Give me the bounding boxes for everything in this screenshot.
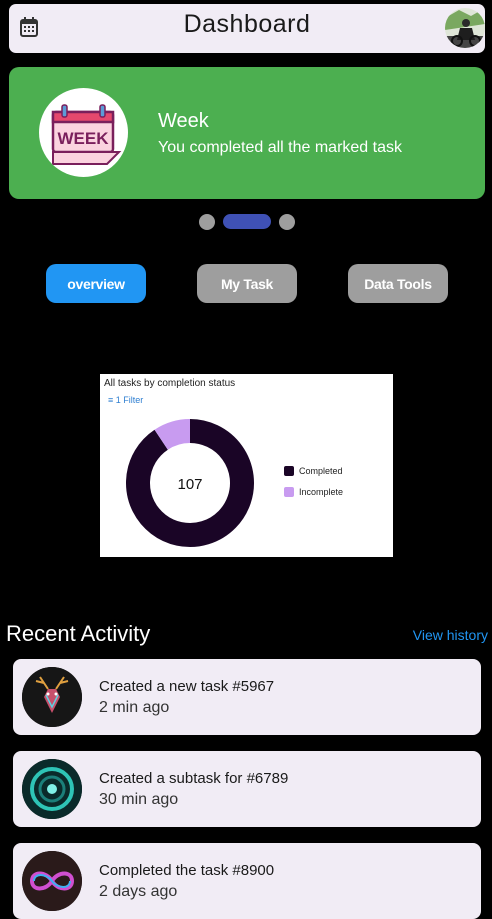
filter-icon: ≡ [108, 395, 114, 405]
legend-label-incomplete: Incomplete [299, 487, 344, 497]
activity-time: 2 min ago [99, 699, 170, 716]
banner-title: Week [158, 110, 209, 132]
badge-text: WEEK [58, 129, 110, 148]
view-history-link[interactable]: View history [413, 627, 488, 643]
activity-title: Completed the task #8900 [99, 862, 275, 879]
activity-item[interactable]: Created a subtask for #6789 30 min ago [13, 751, 481, 827]
carousel-dot-2-active[interactable] [223, 214, 271, 229]
chart-title: All tasks by completion status [104, 378, 236, 389]
donut-chart: 107 [126, 419, 254, 547]
weekly-summary-banner[interactable]: WEEK Week You completed all the marked t… [9, 67, 485, 199]
neon-ring-avatar [22, 759, 82, 819]
activity-time: 2 days ago [99, 883, 178, 900]
activity-item[interactable]: Created a new task #5967 2 min ago [13, 659, 481, 735]
donut-slice-incomplete [154, 419, 191, 450]
deer-avatar [22, 667, 82, 727]
filter-label: 1 Filter [115, 395, 144, 405]
donut-center-value: 107 [177, 476, 202, 493]
activity-title: Created a subtask for #6789 [99, 770, 289, 787]
carousel-dot-1[interactable] [199, 214, 215, 230]
legend-swatch-incomplete [284, 487, 294, 497]
tab-my-task[interactable]: My Task [197, 264, 297, 303]
banner-subtitle: You completed all the marked task [158, 139, 402, 156]
recent-activity-heading: Recent Activity [6, 621, 151, 646]
carousel-dot-3[interactable] [279, 214, 295, 230]
activity-item[interactable]: Completed the task #8900 2 days ago [13, 843, 481, 919]
tab-overview[interactable]: overview [46, 264, 146, 303]
tab-data-tools[interactable]: Data Tools [348, 264, 448, 303]
chart-filter-link[interactable]: ≡ 1 Filter [108, 395, 143, 405]
legend-item-incomplete: Incomplete [284, 487, 343, 497]
profile-avatar[interactable] [445, 8, 485, 48]
week-calendar-icon: WEEK [39, 88, 128, 177]
page-title: Dashboard [183, 10, 311, 38]
legend-label-completed: Completed [299, 466, 343, 476]
activity-time: 30 min ago [99, 791, 179, 808]
app-header: Dashboard [9, 4, 485, 53]
infinity-avatar [22, 851, 82, 911]
activity-title: Created a new task #5967 [99, 678, 275, 695]
legend-item-completed: Completed [284, 466, 343, 476]
legend-swatch-completed [284, 466, 294, 476]
completion-chart-card: All tasks by completion status ≡ 1 Filte… [100, 374, 393, 557]
